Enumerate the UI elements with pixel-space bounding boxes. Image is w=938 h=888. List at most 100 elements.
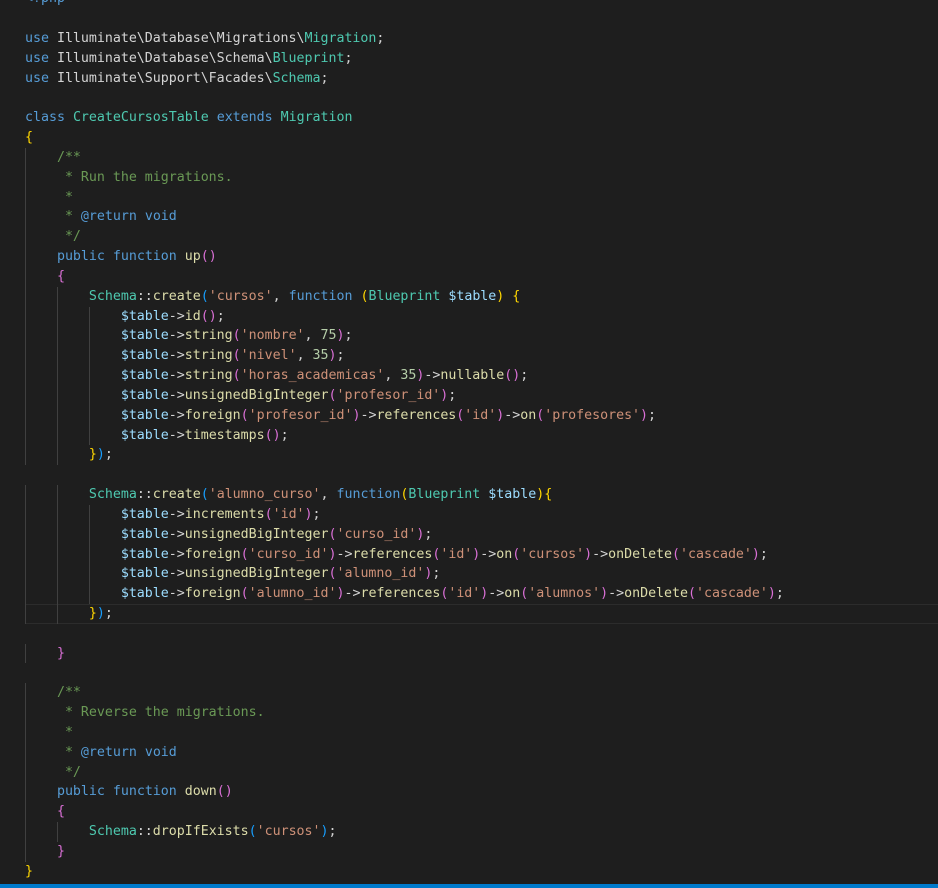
code-line[interactable]: $table->string('horas_academicas', 35)->… — [0, 366, 938, 386]
code-token: references — [360, 586, 441, 602]
code-token: Migration — [304, 30, 377, 46]
indent-guide — [25, 266, 26, 287]
code-token: :: — [136, 487, 153, 503]
code-line[interactable]: * — [0, 722, 938, 743]
code-token: nullable — [440, 368, 505, 384]
code-editor[interactable]: <?php use Illuminate\Database\Migrations\… — [0, 0, 938, 882]
code-token: create — [152, 487, 201, 503]
indent-guide — [25, 603, 26, 624]
indent-guide — [25, 326, 26, 347]
code-line[interactable]: $table->unsignedBigInteger('alumno_id'); — [0, 564, 938, 585]
code-line[interactable]: use Illuminate\Database\Migrations\Migra… — [0, 29, 938, 49]
code-token: ( — [264, 506, 273, 522]
code-line[interactable] — [0, 465, 938, 485]
code-line[interactable]: public function up() — [0, 247, 938, 267]
code-line[interactable] — [0, 9, 938, 29]
code-token: -> — [608, 586, 625, 602]
code-line[interactable]: <?php — [0, 0, 938, 9]
code-line[interactable]: } — [0, 841, 938, 862]
code-token: $table — [120, 328, 169, 344]
code-token: 'alumno_id' — [248, 586, 337, 602]
code-line[interactable]: $table->increments('id'); — [0, 504, 938, 525]
code-token: } — [56, 843, 65, 859]
indent-guide — [25, 782, 26, 803]
code-line[interactable]: { — [0, 802, 938, 823]
code-token: ; — [216, 308, 225, 324]
indent-guide — [25, 703, 26, 723]
code-line[interactable]: } — [0, 862, 938, 882]
code-line[interactable]: $table->unsignedBigInteger('curso_id'); — [0, 524, 938, 545]
code-token: } — [88, 605, 97, 621]
code-line[interactable]: /** — [0, 683, 938, 704]
code-line[interactable]: $table->unsignedBigInteger('profesor_id'… — [0, 385, 938, 406]
code-token: , — [296, 348, 313, 364]
code-line[interactable]: use Illuminate\Support\Facades\Schema; — [0, 69, 938, 89]
indent-guide — [57, 286, 58, 307]
code-token: use — [25, 30, 49, 46]
indent-guide — [25, 167, 26, 188]
code-line[interactable]: use Illuminate\Database\Schema\Blueprint… — [0, 49, 938, 69]
code-token: 'id' — [464, 407, 497, 423]
code-token: onDelete — [608, 546, 673, 562]
code-token: create — [152, 288, 201, 304]
code-line[interactable]: }); — [0, 445, 938, 466]
code-token: ; — [432, 566, 441, 582]
code-line[interactable]: { — [0, 128, 938, 148]
code-line[interactable]: class CreateCursosTable extends Migratio… — [0, 108, 938, 128]
code-line[interactable]: $table->string('nombre', 75); — [0, 326, 938, 347]
code-line[interactable]: * Reverse the migrations. — [0, 703, 938, 723]
code-token: 'alumno_id' — [336, 566, 425, 582]
code-token: { — [25, 130, 33, 146]
code-line[interactable]: } — [0, 643, 938, 664]
code-line[interactable]: * — [0, 187, 938, 208]
code-token: ; — [448, 387, 457, 403]
code-line[interactable]: Schema::create('cursos', function (Bluep… — [0, 286, 938, 307]
indent-guide — [25, 405, 26, 426]
code-token: use — [25, 50, 49, 66]
code-token: void — [144, 209, 177, 225]
code-line[interactable]: $table->foreign('alumno_id')->references… — [0, 584, 938, 604]
indent-guide — [25, 485, 26, 505]
code-token: Illuminate\Database\Migrations\ — [48, 30, 305, 46]
code-line[interactable]: Schema::dropIfExists('cursos'); — [0, 822, 938, 842]
code-line[interactable]: $table->timestamps(); — [0, 425, 938, 446]
code-line[interactable]: }); — [25, 603, 938, 624]
code-token: ; — [648, 407, 657, 423]
code-token: 'curso_id' — [336, 526, 417, 542]
code-token: $table — [120, 506, 169, 522]
code-line[interactable]: * @return void — [0, 207, 938, 228]
code-line[interactable]: * @return void — [0, 742, 938, 763]
code-line[interactable]: $table->id(); — [0, 306, 938, 327]
code-line[interactable]: * Run the migrations. — [0, 167, 938, 188]
code-token: ; — [344, 50, 353, 66]
code-token: 'cursos' — [256, 824, 321, 840]
code-line[interactable]: public function down() — [0, 782, 938, 803]
code-line[interactable]: */ — [0, 762, 938, 783]
code-line[interactable]: $table->string('nivel', 35); — [0, 346, 938, 367]
code-token: ( — [200, 487, 209, 503]
code-line[interactable] — [0, 624, 938, 644]
code-token: ( — [688, 586, 696, 602]
indent-guide — [25, 425, 26, 446]
code-token: * — [56, 744, 81, 760]
indent-guide — [57, 485, 58, 505]
code-line[interactable] — [0, 663, 938, 683]
code-token: ( — [232, 328, 241, 344]
code-line[interactable]: $table->foreign('curso_id')->references(… — [0, 544, 938, 565]
code-line[interactable]: $table->foreign('profesor_id')->referenc… — [0, 405, 938, 426]
code-line[interactable]: Schema::create('alumno_curso', function(… — [0, 485, 938, 505]
code-token: $table — [120, 368, 169, 384]
code-line[interactable]: { — [0, 266, 938, 287]
code-line[interactable] — [0, 88, 938, 108]
code-line[interactable]: /** — [0, 147, 938, 168]
indent-guide — [25, 187, 26, 208]
code-line[interactable]: */ — [0, 227, 938, 248]
code-token: $table — [448, 288, 497, 304]
